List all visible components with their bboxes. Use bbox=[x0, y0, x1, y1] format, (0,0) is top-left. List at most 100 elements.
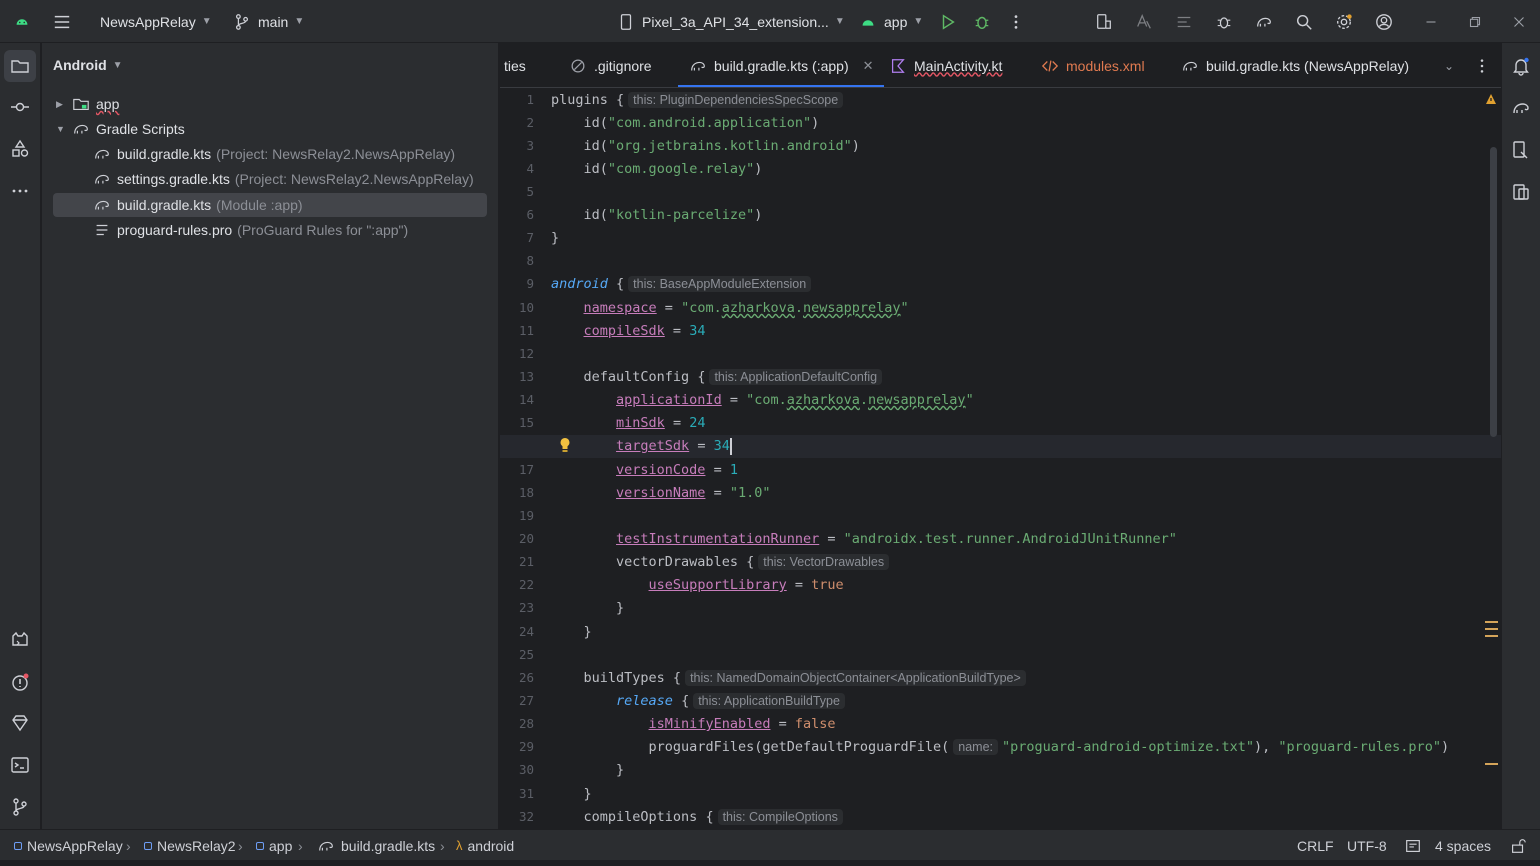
close-tab-icon[interactable]: ✕ bbox=[863, 58, 874, 74]
chevron-right-icon: › bbox=[440, 837, 445, 854]
warning-marker[interactable] bbox=[1485, 635, 1498, 637]
code-line: proguardFiles(getDefaultProguardFile(nam… bbox=[648, 739, 1450, 755]
code-editor[interactable]: 1234567891011121314151617181920212223242… bbox=[500, 89, 1501, 829]
account-button[interactable] bbox=[1374, 0, 1394, 43]
ignore-file-icon bbox=[568, 56, 588, 76]
gear-icon bbox=[1334, 12, 1354, 32]
terminal-button[interactable] bbox=[4, 749, 36, 781]
breadcrumb-item[interactable]: app bbox=[256, 830, 292, 861]
close-button[interactable] bbox=[1509, 0, 1529, 43]
problems-icon bbox=[12, 673, 29, 691]
tab-build-gradle-project[interactable]: build.gradle.kts (NewsAppRelay) bbox=[1180, 43, 1409, 87]
line-number: 26 bbox=[518, 670, 534, 685]
code-line: vectorDrawables {this: VectorDrawables bbox=[551, 551, 890, 574]
status-bar: NewsAppRelay › NewsRelay2 › app › build.… bbox=[0, 829, 1540, 860]
tree-item-settings-gradle[interactable]: settings.gradle.kts (Project: NewsRelay2… bbox=[92, 167, 474, 191]
left-tool-strip bbox=[0, 43, 41, 829]
gemini-button[interactable] bbox=[4, 707, 36, 739]
restore-button[interactable] bbox=[1465, 0, 1485, 43]
branch-selector[interactable]: main ▼ bbox=[232, 0, 304, 43]
line-separator-widget[interactable]: CRLF bbox=[1297, 830, 1334, 861]
debug-button[interactable] bbox=[972, 0, 992, 43]
breadcrumb-item[interactable]: NewsAppRelay bbox=[14, 830, 123, 861]
gradle-elephant-icon bbox=[316, 836, 336, 856]
resource-manager-button[interactable] bbox=[4, 133, 36, 165]
lightbulb-icon[interactable] bbox=[559, 437, 571, 453]
tree-item-build-gradle-module[interactable]: build.gradle.kts (Module :app) bbox=[53, 193, 487, 217]
tree-item-label: app bbox=[96, 96, 120, 112]
line-number: 22 bbox=[518, 577, 534, 592]
line-number: 14 bbox=[518, 392, 534, 407]
commit-tool-button[interactable] bbox=[4, 91, 36, 123]
tree-item-build-gradle-project[interactable]: build.gradle.kts (Project: NewsRelay2.Ne… bbox=[92, 142, 455, 166]
notifications-button[interactable] bbox=[1505, 50, 1537, 82]
chevron-right-icon: › bbox=[126, 837, 131, 854]
chevron-down-icon: ▼ bbox=[56, 124, 65, 134]
version-control-button[interactable] bbox=[4, 791, 36, 823]
minimize-button[interactable] bbox=[1421, 0, 1441, 43]
breadcrumb-item[interactable]: λ android bbox=[456, 830, 514, 861]
code-line: compileOptions {this: CompileOptions bbox=[551, 806, 843, 829]
run-config-selector[interactable]: app ▼ bbox=[858, 0, 923, 43]
gradle-tool-button[interactable] bbox=[1505, 92, 1537, 124]
tab-mainactivity[interactable]: MainActivity.kt bbox=[888, 43, 1002, 87]
indent-widget[interactable]: 4 spaces bbox=[1435, 830, 1491, 861]
more-actions-button[interactable] bbox=[1006, 0, 1026, 43]
android-config-icon bbox=[858, 12, 878, 32]
vertical-scrollbar[interactable] bbox=[1490, 147, 1497, 437]
device-manager-button[interactable] bbox=[1094, 0, 1114, 43]
folder-icon bbox=[71, 94, 91, 114]
device-manager-tool-button[interactable] bbox=[1505, 134, 1537, 166]
debugger-button[interactable] bbox=[1214, 0, 1234, 43]
logcat-button[interactable] bbox=[4, 624, 36, 656]
document-icon bbox=[1403, 836, 1423, 856]
line-number-gutter: 1234567891011121314151617181920212223242… bbox=[500, 89, 550, 829]
settings-button[interactable] bbox=[1334, 0, 1354, 43]
warning-marker[interactable] bbox=[1485, 628, 1498, 630]
code-line: versionCode = 1 bbox=[616, 462, 738, 478]
run-button[interactable] bbox=[938, 0, 958, 43]
chevron-down-icon: ▼ bbox=[201, 16, 212, 27]
shapes-icon bbox=[12, 139, 29, 157]
main-menu-button[interactable] bbox=[52, 0, 72, 43]
tab-gitignore[interactable]: .gitignore bbox=[568, 43, 652, 87]
tree-item-gradle-scripts[interactable]: ▼ Gradle Scripts bbox=[56, 117, 185, 141]
layout-inspector-button[interactable] bbox=[1174, 0, 1194, 43]
device-selector[interactable]: Pixel_3a_API_34_extension... ▼ bbox=[616, 0, 845, 43]
warning-marker[interactable] bbox=[1485, 621, 1498, 623]
line-number: 20 bbox=[518, 531, 534, 546]
tab-actions-button[interactable] bbox=[1472, 43, 1492, 87]
chevron-down-icon: ▼ bbox=[294, 16, 305, 27]
tab-properties[interactable]: ties bbox=[504, 43, 526, 87]
tree-item-proguard[interactable]: proguard-rules.pro (ProGuard Rules for "… bbox=[92, 218, 408, 242]
kotlin-file-icon bbox=[888, 56, 908, 76]
project-selector[interactable]: NewsAppRelay ▼ bbox=[100, 0, 212, 43]
tree-item-app[interactable]: ▶ app bbox=[56, 92, 119, 116]
git-branch-icon bbox=[13, 798, 27, 816]
code-line: namespace = "com.azharkova.newsapprelay" bbox=[583, 300, 909, 316]
code-line: } bbox=[551, 762, 625, 778]
encoding-widget[interactable]: UTF-8 bbox=[1347, 830, 1387, 861]
tab-list-button[interactable]: ⌄ bbox=[1444, 43, 1454, 87]
breadcrumb-item[interactable]: build.gradle.kts bbox=[316, 830, 435, 861]
readonly-toggle[interactable] bbox=[1403, 830, 1423, 861]
project-tool-button[interactable] bbox=[4, 50, 36, 82]
project-view-selector[interactable]: Android ▼ bbox=[53, 57, 123, 73]
unlock-icon bbox=[1508, 836, 1528, 856]
warning-marker[interactable] bbox=[1485, 763, 1498, 765]
gradle-button[interactable] bbox=[1254, 0, 1274, 43]
translate-button[interactable] bbox=[1134, 0, 1154, 43]
more-tools-button[interactable] bbox=[4, 175, 36, 207]
more-horizontal-icon bbox=[12, 189, 28, 193]
gradle-elephant-icon bbox=[92, 144, 112, 164]
lock-toggle[interactable] bbox=[1508, 830, 1528, 861]
tab-build-gradle-app[interactable]: build.gradle.kts (:app) ✕ bbox=[678, 43, 884, 87]
search-button[interactable] bbox=[1294, 0, 1314, 43]
tab-modules-xml[interactable]: modules.xml bbox=[1040, 43, 1145, 87]
code-line: versionName = "1.0" bbox=[616, 485, 771, 501]
breadcrumb-item[interactable]: NewsRelay2 bbox=[144, 830, 236, 861]
gradle-elephant-icon bbox=[1513, 103, 1529, 114]
running-devices-button[interactable] bbox=[1505, 176, 1537, 208]
warning-icon[interactable] bbox=[1485, 93, 1497, 105]
problems-button[interactable] bbox=[4, 666, 36, 698]
